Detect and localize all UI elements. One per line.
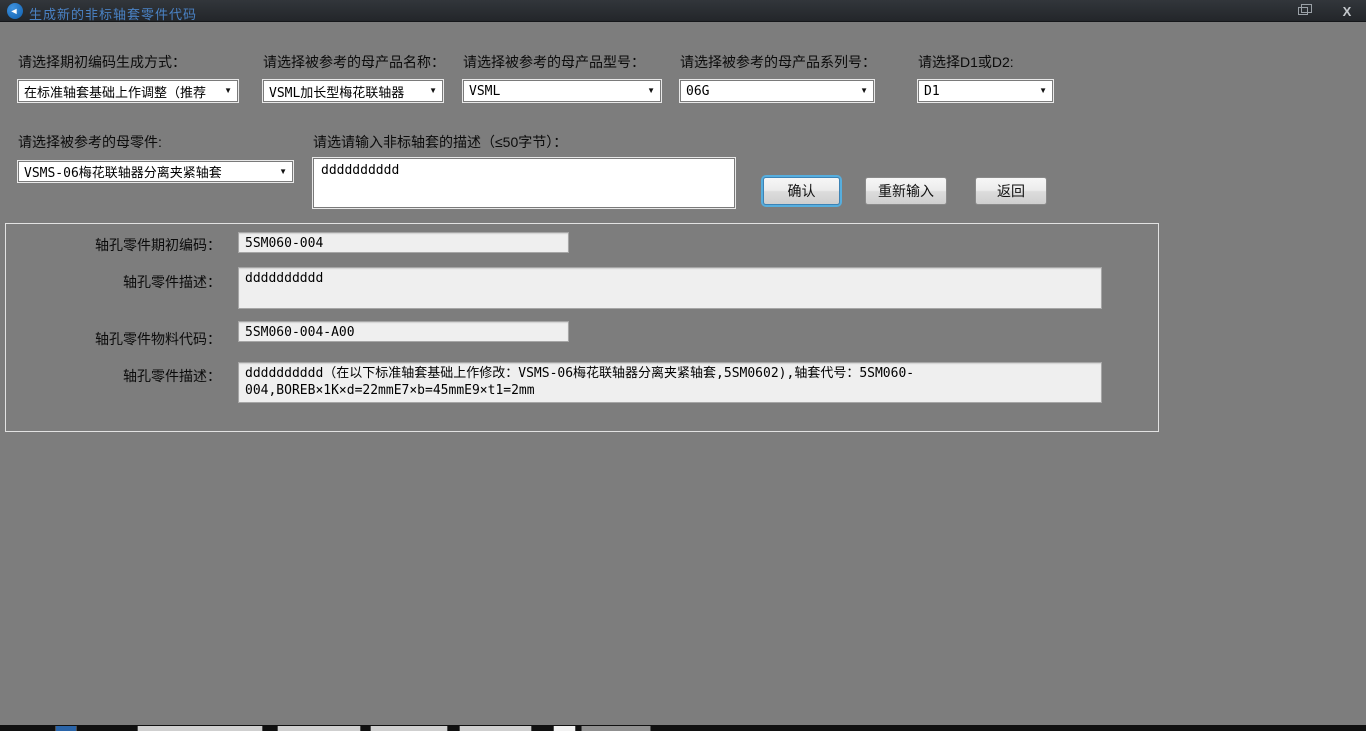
window-controls: X (1292, 0, 1358, 22)
field-hole-part-description-2[interactable]: dddddddddd（在以下标准轴套基础上作修改：VSMS-06梅花联轴器分离夹… (238, 362, 1102, 403)
combo-initial-code-method[interactable]: 在标准轴套基础上作调整（推荐 ▼ (18, 80, 238, 102)
combo-d1-or-d2[interactable]: D1 ▼ (918, 80, 1053, 102)
combo-parent-part[interactable]: VSMS-06梅花联轴器分离夹紧轴套 ▼ (18, 161, 293, 182)
label-parent-part: 请选择被参考的母零件: (18, 132, 162, 152)
chevron-down-icon: ▼ (1039, 87, 1047, 95)
combo-value: VSMS-06梅花联轴器分离夹紧轴套 (24, 162, 222, 181)
label-hole-part-initial-code: 轴孔零件期初编码： (21, 235, 221, 255)
description-input[interactable]: dddddddddd (313, 158, 735, 208)
taskbar-item[interactable] (370, 726, 448, 731)
combo-parent-product-name[interactable]: VSML加长型梅花联轴器 ▼ (263, 80, 443, 102)
taskbar-item[interactable] (55, 726, 77, 731)
taskbar-item[interactable] (553, 726, 576, 731)
reinput-button[interactable]: 重新输入 (865, 177, 947, 205)
taskbar-item[interactable] (459, 726, 532, 731)
combo-value: VSML (469, 84, 500, 99)
combo-value: VSML加长型梅花联轴器 (269, 82, 404, 101)
chevron-down-icon: ▼ (860, 87, 868, 95)
window-title: 生成新的非标轴套零件代码 (29, 4, 197, 23)
chevron-down-icon: ▼ (279, 168, 287, 176)
label-hole-part-description-2: 轴孔零件描述： (21, 366, 221, 386)
label-parent-product-series: 请选择被参考的母产品系列号： (680, 52, 876, 72)
label-parent-product-model: 请选择被参考的母产品型号： (463, 52, 645, 72)
taskbar-item[interactable] (277, 726, 361, 731)
label-nonstandard-description: 请选请输入非标轴套的描述（≤50字节）： (313, 132, 567, 152)
chevron-down-icon: ▼ (224, 87, 232, 95)
label-initial-code-method: 请选择期初编码生成方式： (18, 52, 186, 72)
title-bar: ◄ 生成新的非标轴套零件代码 X (0, 0, 1366, 22)
app-icon[interactable]: ◄ (7, 3, 23, 19)
taskbar-item[interactable] (581, 726, 651, 731)
restore-icon (1298, 7, 1308, 15)
taskbar-item[interactable] (137, 726, 263, 731)
combo-parent-product-series[interactable]: 06G ▼ (680, 80, 874, 102)
back-arrow-icon: ◄ (10, 7, 19, 16)
field-hole-part-description-1[interactable]: dddddddddd (238, 267, 1102, 309)
combo-value: 06G (686, 84, 709, 99)
taskbar (0, 725, 1366, 731)
app-window: ◄ 生成新的非标轴套零件代码 X 请选择期初编码生成方式： 在标准轴套基础上作调… (0, 0, 1366, 731)
chevron-down-icon: ▼ (429, 87, 437, 95)
label-hole-part-material-code: 轴孔零件物料代码： (21, 329, 221, 349)
combo-value: 在标准轴套基础上作调整（推荐 (24, 82, 206, 101)
field-hole-part-material-code[interactable]: 5SM060-004-A00 (238, 321, 569, 342)
back-button[interactable]: 返回 (975, 177, 1047, 205)
result-panel: 轴孔零件期初编码： 5SM060-004 轴孔零件描述： dddddddddd … (5, 223, 1159, 432)
label-parent-product-name: 请选择被参考的母产品名称： (263, 52, 445, 72)
close-button[interactable]: X (1336, 2, 1358, 20)
label-hole-part-description-1: 轴孔零件描述： (21, 272, 221, 292)
combo-value: D1 (924, 84, 940, 99)
confirm-button[interactable]: 确认 (763, 177, 840, 205)
label-d1-or-d2: 请选择D1或D2: (918, 52, 1014, 72)
combo-parent-product-model[interactable]: VSML ▼ (463, 80, 661, 102)
field-hole-part-initial-code[interactable]: 5SM060-004 (238, 232, 569, 253)
restore-button[interactable] (1292, 2, 1314, 20)
chevron-down-icon: ▼ (647, 87, 655, 95)
